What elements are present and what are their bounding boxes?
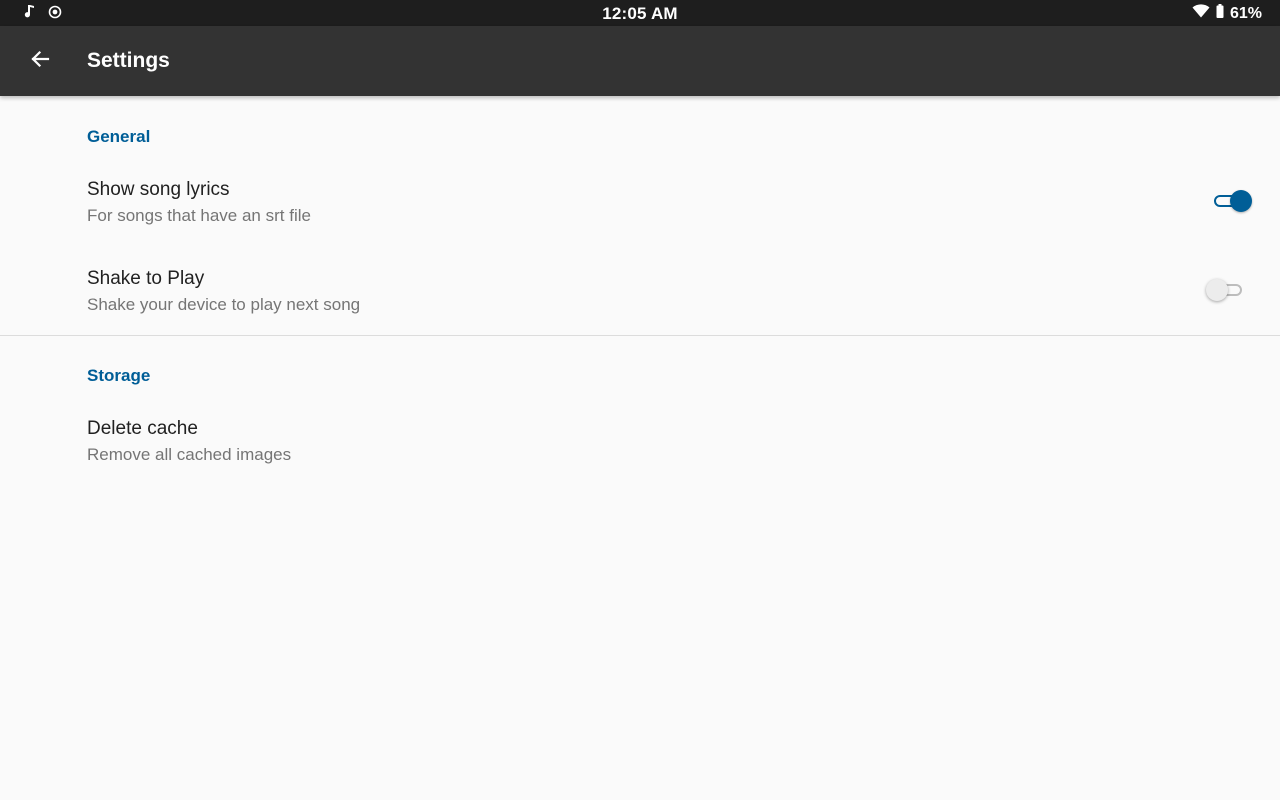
status-bar: 12:05 AM 61%: [0, 0, 1280, 26]
pref-title: Delete cache: [87, 418, 198, 439]
switch-thumb: [1230, 190, 1252, 212]
back-button[interactable]: [20, 41, 60, 81]
show-lyrics-switch[interactable]: [1214, 190, 1252, 214]
arrow-back-icon: [30, 49, 50, 74]
pref-title: Show song lyrics: [87, 179, 230, 200]
wifi-icon: [1192, 4, 1210, 23]
pref-delete-cache[interactable]: Delete cache Remove all cached images: [0, 418, 1280, 507]
pref-show-song-lyrics[interactable]: Show song lyrics For songs that have an …: [0, 179, 1280, 268]
switch-thumb: [1206, 279, 1228, 301]
section-divider: [0, 335, 1280, 336]
status-clock: 12:05 AM: [602, 4, 678, 23]
battery-icon: [1216, 4, 1224, 23]
pref-shake-to-play[interactable]: Shake to Play Shake your device to play …: [0, 268, 1280, 357]
app-bar: Settings: [0, 26, 1280, 96]
pref-summary: Remove all cached images: [87, 445, 292, 464]
battery-percent: 61%: [1229, 4, 1262, 22]
category-storage-title: Storage: [87, 366, 151, 385]
pref-summary: Shake your device to play next song: [87, 295, 361, 314]
pref-title: Shake to Play: [87, 268, 205, 289]
category-general-title: General: [87, 127, 151, 146]
status-system-icons: 61%: [1192, 4, 1262, 23]
page-title: Settings: [87, 49, 170, 72]
pref-summary: For songs that have an srt file: [87, 206, 311, 225]
shake-to-play-switch[interactable]: [1206, 279, 1246, 303]
